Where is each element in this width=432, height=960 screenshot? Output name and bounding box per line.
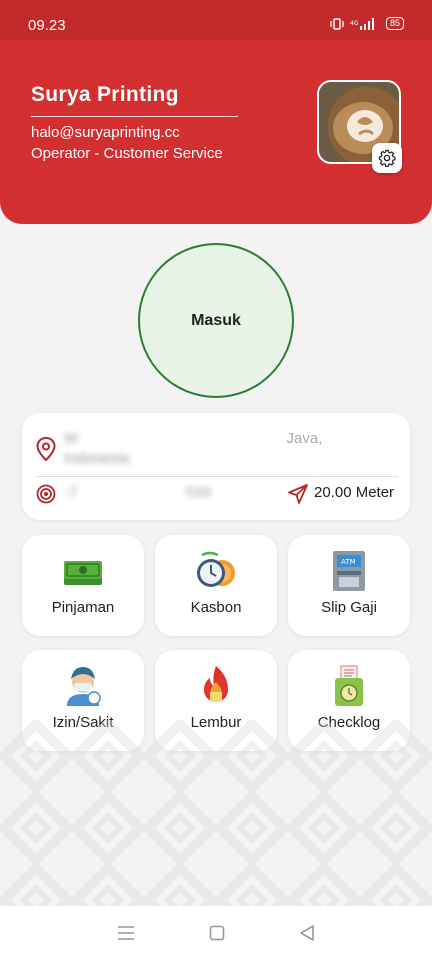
checklog-icon (335, 665, 363, 706)
location-address: W Java, Indonesia (64, 429, 384, 469)
home-icon[interactable] (209, 925, 225, 941)
status-bar: 09.23 4G 85 (0, 0, 432, 40)
svg-text:ATM: ATM (341, 558, 356, 566)
gear-icon (378, 149, 396, 167)
battery-indicator: 85 (385, 17, 404, 30)
navigation-arrow-icon (288, 484, 308, 504)
settings-button[interactable] (372, 143, 402, 173)
menu-pinjaman[interactable]: Pinjaman (22, 535, 144, 636)
menu-label-pinjaman: Pinjaman (51, 599, 115, 616)
system-nav-bar (0, 906, 432, 960)
checkin-button[interactable]: Masuk (138, 243, 294, 398)
location-pin-icon (36, 437, 56, 461)
location-divider (36, 476, 398, 477)
address-line2: Indonesia (64, 450, 130, 467)
sick-person-icon (67, 667, 101, 706)
location-distance: 20.00 Meter (314, 484, 395, 501)
profile-name: Surya Printing (31, 83, 179, 106)
profile-role: Operator - Customer Service (31, 145, 223, 162)
address-line1-end: Java, (286, 430, 323, 447)
checkin-label: Masuk (191, 311, 241, 329)
clock-coin-icon (197, 551, 235, 587)
address-line1: W (64, 430, 79, 447)
fire-icon (204, 666, 228, 702)
menu-slip-gaji[interactable]: ATM Slip Gaji (288, 535, 410, 636)
menu-label-slip-gaji: Slip Gaji (321, 599, 377, 616)
location-card: W Java, Indonesia -7 533 20.00 Meter (22, 413, 410, 520)
header-divider (31, 116, 238, 117)
svg-text:4G: 4G (350, 20, 359, 27)
target-icon (36, 484, 56, 504)
background-pattern (0, 720, 432, 906)
vibrate-icon (330, 17, 344, 30)
profile-email: halo@suryaprinting.cc (31, 124, 180, 141)
money-icon (64, 561, 102, 585)
menu-label-kasbon: Kasbon (190, 599, 242, 616)
atm-icon: ATM (333, 551, 365, 591)
status-icons: 4G 85 (330, 17, 404, 30)
status-time: 09.23 (28, 17, 66, 34)
menu-kasbon[interactable]: Kasbon (155, 535, 277, 636)
back-icon[interactable] (299, 924, 315, 942)
profile-header: Surya Printing halo@suryaprinting.cc Ope… (0, 38, 432, 224)
menu-icon[interactable] (117, 925, 135, 941)
signal-icon: 4G (350, 17, 374, 30)
location-coordinates: -7 533 (64, 484, 211, 501)
